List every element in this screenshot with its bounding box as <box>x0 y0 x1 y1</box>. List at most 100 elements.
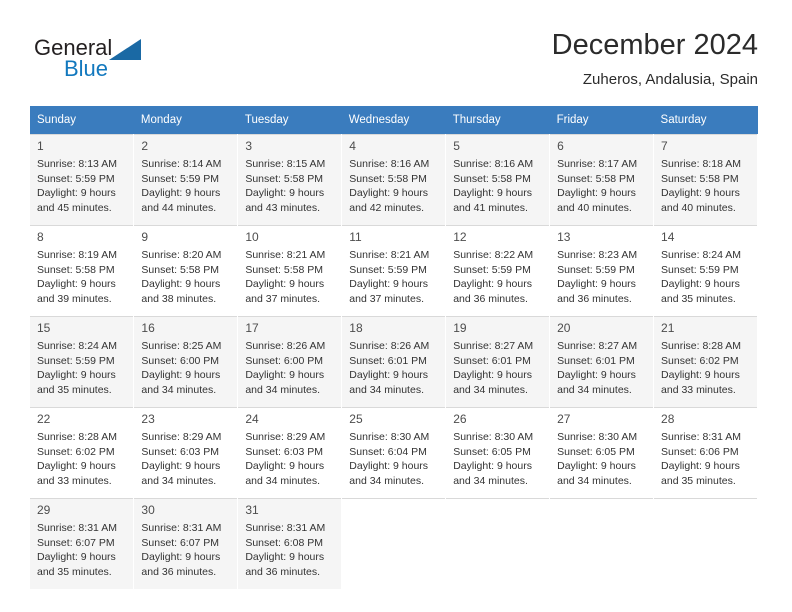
calendar-day-cell[interactable]: 17 Sunrise: 8:26 AM Sunset: 6:00 PM Dayligh… <box>237 316 343 408</box>
calendar-day-cell[interactable]: 23 Sunrise: 8:29 AM Sunset: 6:03 PM Dayligh… <box>133 407 239 499</box>
day-sun-info: Sunrise: 8:26 AM Sunset: 6:01 PM Daylight:… <box>342 338 445 397</box>
sunrise-text: Sunrise: 8:15 AM <box>245 158 326 170</box>
sunrise-text: Sunrise: 8:31 AM <box>37 522 117 534</box>
daylight-text-line1: Daylight: 9 hours <box>349 460 429 472</box>
day-number: 15 <box>37 321 51 335</box>
day-number: 28 <box>661 412 675 426</box>
daylight-text-line1: Daylight: 9 hours <box>37 369 116 381</box>
daylight-text-line2: and 34 minutes. <box>453 383 528 396</box>
logo-text-general: General <box>34 35 113 60</box>
calendar-day-cell[interactable]: 11 Sunrise: 8:21 AM Sunset: 5:59 PM Dayligh… <box>341 225 447 317</box>
weekday-header-tuesday: Tuesday <box>237 106 342 135</box>
calendar-day-cell[interactable]: 28 Sunrise: 8:31 AM Sunset: 6:06 PM Dayligh… <box>653 407 758 499</box>
sunrise-text: Sunrise: 8:24 AM <box>37 340 117 352</box>
daylight-text-line1: Daylight: 9 hours <box>453 460 532 472</box>
calendar-day-cell[interactable]: 16 Sunrise: 8:25 AM Sunset: 6:00 PM Dayligh… <box>133 316 239 408</box>
sunrise-text: Sunrise: 8:21 AM <box>245 249 326 261</box>
calendar-day-cell[interactable]: 12 Sunrise: 8:22 AM Sunset: 5:59 PM Dayligh… <box>445 225 551 317</box>
sunrise-text: Sunrise: 8:30 AM <box>349 431 430 443</box>
calendar-day-cell[interactable]: 26 Sunrise: 8:30 AM Sunset: 6:05 PM Dayligh… <box>445 407 551 499</box>
calendar-day-cell[interactable]: 7 Sunrise: 8:18 AM Sunset: 5:58 PM Daylight… <box>653 134 758 226</box>
day-sun-info: Sunrise: 8:29 AM Sunset: 6:03 PM Daylight:… <box>238 429 341 488</box>
general-blue-logo[interactable]: General Blue <box>34 36 254 86</box>
daylight-text-line1: Daylight: 9 hours <box>245 187 325 199</box>
calendar-table: Sunday Monday Tuesday Wednesday Thursday… <box>30 106 758 589</box>
sunrise-text: Sunrise: 8:31 AM <box>245 522 326 534</box>
daylight-text-line1: Daylight: 9 hours <box>453 187 532 199</box>
daylight-text-line1: Daylight: 9 hours <box>141 551 221 563</box>
day-sun-info: Sunrise: 8:21 AM Sunset: 5:59 PM Daylight:… <box>342 247 445 306</box>
daylight-text-line1: Daylight: 9 hours <box>37 460 116 472</box>
calendar-day-cell[interactable]: 10 Sunrise: 8:21 AM Sunset: 5:58 PM Dayligh… <box>237 225 343 317</box>
day-sun-info: Sunrise: 8:28 AM Sunset: 6:02 PM Daylight:… <box>30 429 133 488</box>
calendar-day-cell[interactable]: 21 Sunrise: 8:28 AM Sunset: 6:02 PM Dayligh… <box>653 316 758 408</box>
calendar-day-cell[interactable]: 1 Sunrise: 8:13 AM Sunset: 5:59 PM Daylight… <box>30 134 135 226</box>
sunrise-text: Sunrise: 8:21 AM <box>349 249 430 261</box>
day-sun-info: Sunrise: 8:13 AM Sunset: 5:59 PM Daylight:… <box>30 156 133 215</box>
daylight-text-line2: and 34 minutes. <box>245 474 321 487</box>
sunrise-text: Sunrise: 8:24 AM <box>661 249 741 261</box>
day-number: 26 <box>453 412 467 426</box>
daylight-text-line2: and 35 minutes. <box>661 474 736 487</box>
sunrise-text: Sunrise: 8:16 AM <box>349 158 430 170</box>
daylight-text-line1: Daylight: 9 hours <box>245 460 325 472</box>
day-sun-info: Sunrise: 8:31 AM Sunset: 6:08 PM Daylight:… <box>238 520 341 579</box>
sunset-text: Sunset: 5:59 PM <box>37 172 115 185</box>
day-sun-info: Sunrise: 8:24 AM Sunset: 5:59 PM Daylight:… <box>30 338 133 397</box>
daylight-text-line2: and 34 minutes. <box>245 383 321 396</box>
calendar-day-cell[interactable]: 8 Sunrise: 8:19 AM Sunset: 5:58 PM Daylight… <box>30 225 135 317</box>
calendar-day-cell[interactable]: 18 Sunrise: 8:26 AM Sunset: 6:01 PM Dayligh… <box>341 316 447 408</box>
calendar-day-cell[interactable]: 9 Sunrise: 8:20 AM Sunset: 5:58 PM Daylight… <box>133 225 239 317</box>
day-number: 23 <box>141 412 155 426</box>
day-sun-info: Sunrise: 8:25 AM Sunset: 6:00 PM Daylight:… <box>134 338 237 397</box>
sunrise-text: Sunrise: 8:29 AM <box>141 431 222 443</box>
calendar-day-cell[interactable]: 19 Sunrise: 8:27 AM Sunset: 6:01 PM Dayligh… <box>445 316 551 408</box>
calendar-day-cell[interactable]: 30 Sunrise: 8:31 AM Sunset: 6:07 PM Dayligh… <box>133 498 239 589</box>
calendar-day-cell[interactable]: 22 Sunrise: 8:28 AM Sunset: 6:02 PM Dayligh… <box>30 407 135 499</box>
daylight-text-line2: and 40 minutes. <box>661 201 736 214</box>
calendar-day-cell[interactable]: 27 Sunrise: 8:30 AM Sunset: 6:05 PM Dayligh… <box>549 407 655 499</box>
daylight-text-line1: Daylight: 9 hours <box>141 278 221 290</box>
calendar-day-cell[interactable]: 29 Sunrise: 8:31 AM Sunset: 6:07 PM Dayligh… <box>30 498 135 589</box>
sunrise-text: Sunrise: 8:17 AM <box>557 158 638 170</box>
calendar-day-cell[interactable]: 6 Sunrise: 8:17 AM Sunset: 5:58 PM Daylight… <box>549 134 655 226</box>
sunset-text: Sunset: 6:05 PM <box>557 445 635 458</box>
daylight-text-line2: and 34 minutes. <box>453 474 528 487</box>
calendar-day-cell[interactable]: 25 Sunrise: 8:30 AM Sunset: 6:04 PM Dayligh… <box>341 407 447 499</box>
sunset-text: Sunset: 6:03 PM <box>245 445 323 458</box>
calendar-day-cell[interactable]: 13 Sunrise: 8:23 AM Sunset: 5:59 PM Dayligh… <box>549 225 655 317</box>
calendar-day-cell[interactable]: 5 Sunrise: 8:16 AM Sunset: 5:58 PM Daylight… <box>445 134 551 226</box>
calendar-day-cell[interactable]: 31 Sunrise: 8:31 AM Sunset: 6:08 PM Dayligh… <box>237 498 343 589</box>
sunrise-text: Sunrise: 8:27 AM <box>557 340 638 352</box>
daylight-text-line2: and 45 minutes. <box>37 201 112 214</box>
calendar-week-row: 8 Sunrise: 8:19 AM Sunset: 5:58 PM Daylight… <box>30 225 758 317</box>
sunset-text: Sunset: 6:06 PM <box>661 445 739 458</box>
daylight-text-line1: Daylight: 9 hours <box>245 278 325 290</box>
day-sun-info: Sunrise: 8:30 AM Sunset: 6:04 PM Daylight:… <box>342 429 445 488</box>
calendar-day-cell[interactable]: 4 Sunrise: 8:16 AM Sunset: 5:58 PM Daylight… <box>341 134 447 226</box>
sunrise-text: Sunrise: 8:31 AM <box>661 431 741 443</box>
calendar-week-row: 22 Sunrise: 8:28 AM Sunset: 6:02 PM Dayligh… <box>30 407 758 499</box>
calendar-day-cell[interactable]: 15 Sunrise: 8:24 AM Sunset: 5:59 PM Dayligh… <box>30 316 135 408</box>
weekday-header-sunday: Sunday <box>30 106 134 135</box>
calendar-day-cell[interactable]: 3 Sunrise: 8:15 AM Sunset: 5:58 PM Daylight… <box>237 134 343 226</box>
daylight-text-line2: and 37 minutes. <box>245 292 321 305</box>
calendar-day-cell[interactable]: 20 Sunrise: 8:27 AM Sunset: 6:01 PM Dayligh… <box>549 316 655 408</box>
sunrise-text: Sunrise: 8:27 AM <box>453 340 534 352</box>
daylight-text-line2: and 42 minutes. <box>349 201 424 214</box>
calendar-day-cell[interactable]: 24 Sunrise: 8:29 AM Sunset: 6:03 PM Dayligh… <box>237 407 343 499</box>
daylight-text-line1: Daylight: 9 hours <box>661 187 740 199</box>
daylight-text-line2: and 36 minutes. <box>557 292 632 305</box>
day-sun-info: Sunrise: 8:30 AM Sunset: 6:05 PM Daylight:… <box>446 429 549 488</box>
page-subtitle: Zuheros, Andalusia, Spain <box>582 71 758 88</box>
calendar-day-cell-empty <box>341 498 447 589</box>
daylight-text-line1: Daylight: 9 hours <box>245 551 325 563</box>
sunset-text: Sunset: 6:07 PM <box>37 536 115 549</box>
calendar-day-cell[interactable]: 2 Sunrise: 8:14 AM Sunset: 5:59 PM Daylight… <box>133 134 239 226</box>
sunset-text: Sunset: 6:02 PM <box>661 354 739 367</box>
calendar-day-cell-empty <box>445 498 551 589</box>
daylight-text-line2: and 34 minutes. <box>141 383 217 396</box>
sunset-text: Sunset: 6:01 PM <box>349 354 427 367</box>
calendar-day-cell[interactable]: 14 Sunrise: 8:24 AM Sunset: 5:59 PM Dayligh… <box>653 225 758 317</box>
daylight-text-line1: Daylight: 9 hours <box>245 369 325 381</box>
